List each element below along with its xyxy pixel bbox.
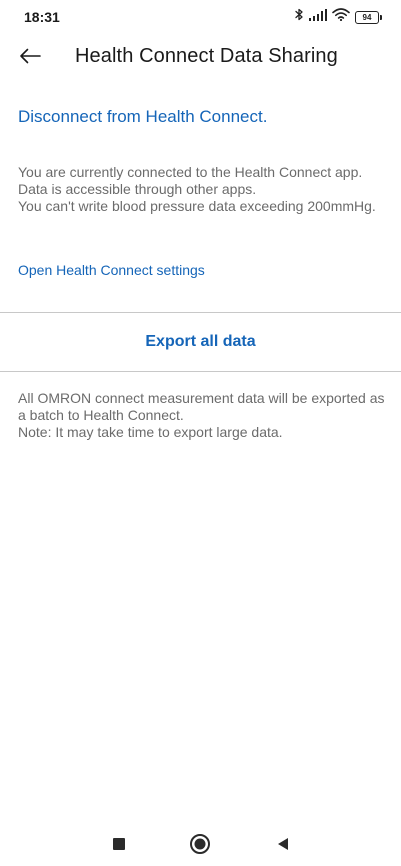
battery-icon: 94 (355, 10, 382, 24)
home-button[interactable] (188, 833, 212, 860)
status-line: Data is accessible through other apps. (18, 181, 257, 197)
system-back-button[interactable] (271, 834, 295, 858)
arrow-left-icon (19, 48, 41, 69)
page-title: Health Connect Data Sharing (75, 45, 338, 67)
home-icon (189, 833, 211, 860)
export-line: Note: It may take time to export large d… (18, 424, 283, 440)
status-bar: 18:31 94 (0, 0, 401, 34)
wifi-icon (332, 8, 350, 26)
open-settings-link[interactable]: Open Health Connect settings (18, 262, 205, 278)
navigation-bar (0, 822, 401, 866)
back-button[interactable] (14, 42, 46, 74)
recent-apps-button[interactable] (107, 834, 131, 858)
export-line: All OMRON connect measurement data will … (18, 390, 385, 423)
status-line: You are currently connected to the Healt… (18, 164, 363, 180)
status-time: 18:31 (24, 9, 60, 25)
connection-status-description: You are currently connected to the Healt… (18, 164, 388, 215)
divider (0, 371, 401, 372)
app-header: Health Connect Data Sharing (0, 34, 401, 84)
export-description: All OMRON connect measurement data will … (18, 390, 388, 441)
export-all-data-button[interactable]: Export all data (0, 313, 401, 371)
signal-icon (309, 8, 327, 26)
disconnect-link[interactable]: Disconnect from Health Connect. (18, 107, 267, 127)
status-line: You can't write blood pressure data exce… (18, 198, 376, 214)
status-icons: 94 (294, 8, 382, 26)
recent-apps-icon (113, 837, 125, 855)
bluetooth-icon (294, 8, 304, 26)
back-triangle-icon (276, 837, 290, 856)
